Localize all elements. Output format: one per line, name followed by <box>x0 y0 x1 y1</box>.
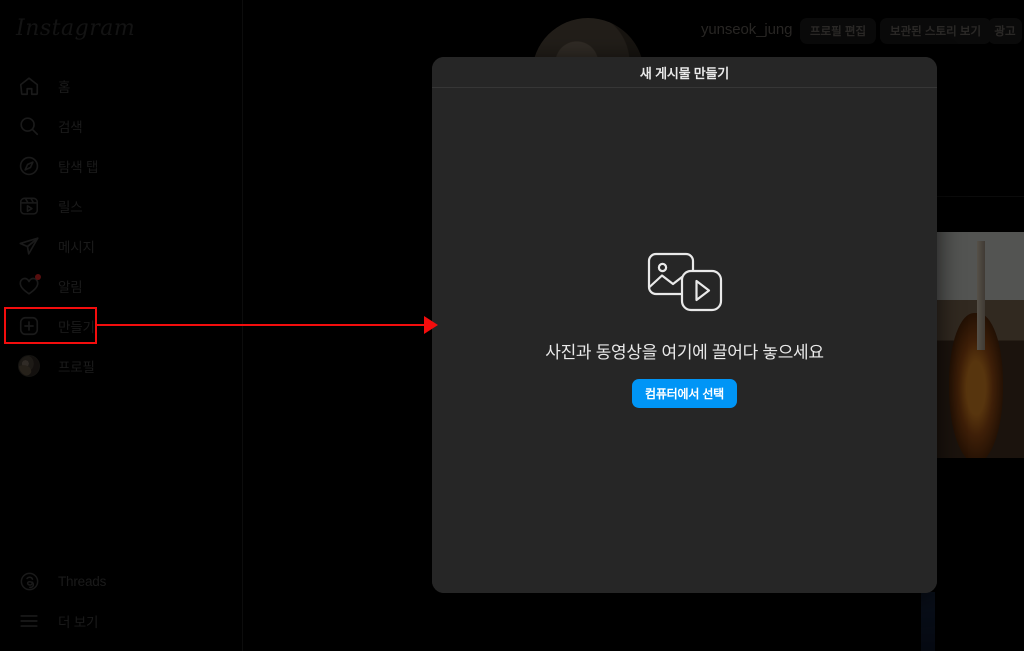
drop-instruction-text: 사진과 동영상을 여기에 끌어다 놓으세요 <box>545 343 824 362</box>
modal-title: 새 게시물 만들기 <box>639 65 730 81</box>
create-post-modal: 새 게시물 만들기 사진과 동영상을 여기에 끌어다 놓으세요 컴퓨터에서 선택 <box>432 57 937 593</box>
select-from-computer-button[interactable]: 컴퓨터에서 선택 <box>631 379 737 408</box>
modal-header: 새 게시물 만들기 <box>432 57 937 88</box>
modal-body[interactable]: 사진과 동영상을 여기에 끌어다 놓으세요 컴퓨터에서 선택 <box>432 88 937 593</box>
instagram-app: yunseok_jung 프로필 편집 보관된 스토리 보기 광고 기 님 새 … <box>0 0 1024 651</box>
photo-video-icon <box>646 251 724 318</box>
